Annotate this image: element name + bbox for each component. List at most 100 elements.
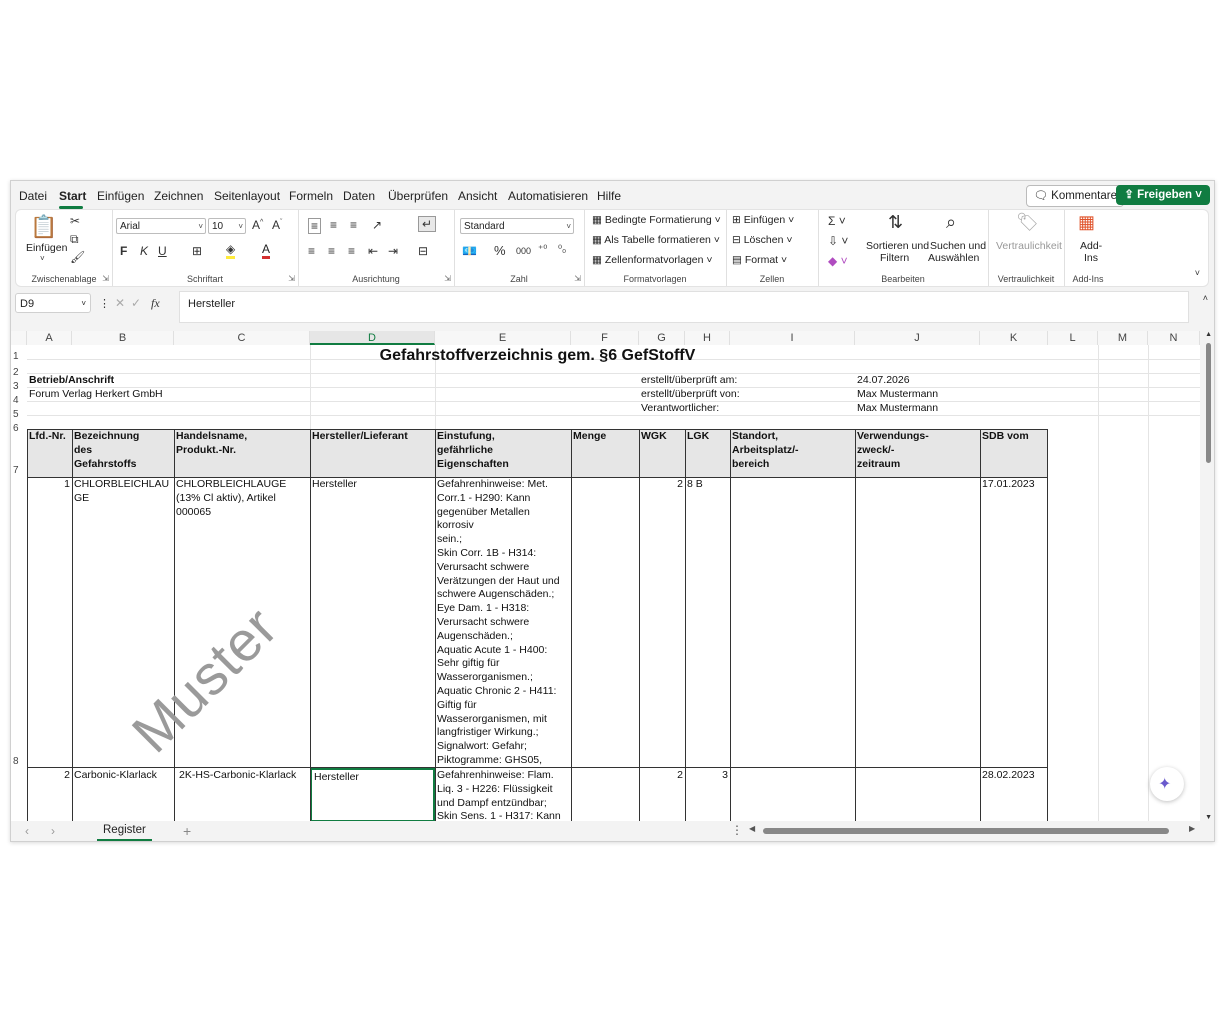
column-header-n[interactable]: N xyxy=(1148,331,1200,345)
tab-zeichnen[interactable]: Zeichnen xyxy=(154,189,203,203)
italic-button[interactable]: K xyxy=(140,244,148,258)
column-header-m[interactable]: M xyxy=(1098,331,1148,345)
table-cell-class[interactable]: Gefahrenhinweise: Met. Corr.1 - H290: Ka… xyxy=(435,477,571,767)
table-cell-name[interactable]: CHLORBLEICHLAU GE xyxy=(72,477,174,507)
table-cell-maker[interactable]: Hersteller xyxy=(310,477,435,493)
sort-filter-icon[interactable]: ⇅ xyxy=(888,212,903,233)
header-cell[interactable]: Einstufung, gefährliche Eigenschaften xyxy=(435,429,571,477)
column-header-c[interactable]: C xyxy=(174,331,310,345)
comments-button[interactable]: 🗨 Kommentare xyxy=(1026,185,1124,207)
sheet-title[interactable]: Gefahrstoffverzeichnis gem. §6 GefStoffV xyxy=(27,345,1048,365)
scroll-up-icon[interactable]: ▲ xyxy=(1205,331,1212,338)
more-icon[interactable]: ⋮ xyxy=(731,823,743,837)
clear-icon[interactable]: ◆ ˅ xyxy=(828,254,848,268)
table-cell-sdb[interactable]: 17.01.2023 xyxy=(980,477,1048,493)
cut-icon[interactable]: ✂ xyxy=(70,214,80,228)
table-cell-trade[interactable]: CHLORBLEICHLAUGE (13% Cl aktiv), Artikel… xyxy=(174,477,310,520)
align-bottom-icon[interactable]: ≡ xyxy=(350,218,357,232)
find-select-label-2[interactable]: Auswählen xyxy=(928,252,979,264)
format-cells-button[interactable]: ▤ Format ˅ xyxy=(732,254,787,266)
delete-cells-button[interactable]: ⊟ Löschen ˅ xyxy=(732,234,792,246)
column-header-h[interactable]: H xyxy=(685,331,730,345)
column-header-k[interactable]: K xyxy=(980,331,1048,345)
table-cell-trade[interactable]: 2K-HS-Carbonic-Klarlack xyxy=(174,768,310,784)
scroll-down-icon[interactable]: ▼ xyxy=(1205,814,1212,821)
sort-filter-label-1[interactable]: Sortieren und xyxy=(866,240,929,252)
insert-cells-button[interactable]: ⊞ Einfügen ˅ xyxy=(732,214,794,226)
align-middle-icon[interactable]: ≡ xyxy=(330,218,337,232)
tab-datei[interactable]: Datei xyxy=(19,189,47,203)
collapse-ribbon-icon[interactable]: ˅ xyxy=(1195,268,1200,278)
column-header-b[interactable]: B xyxy=(72,331,174,345)
table-cell-lgk[interactable]: 8 B xyxy=(685,477,730,493)
tab-start[interactable]: Start xyxy=(59,189,86,203)
header-cell[interactable]: WGK xyxy=(639,429,685,477)
paste-label[interactable]: Einfügen xyxy=(26,242,67,254)
grow-font-icon[interactable]: A^ xyxy=(252,218,263,232)
vertical-scroll-thumb[interactable] xyxy=(1206,343,1211,463)
dialog-launcher-icon[interactable]: ⇲ xyxy=(444,274,451,283)
percent-button[interactable]: % xyxy=(494,243,506,258)
chevron-left-icon[interactable]: ‹ xyxy=(25,824,29,838)
table-cell-sdb[interactable]: 28.02.2023 xyxy=(980,768,1048,784)
addins-icon[interactable]: ▦ xyxy=(1078,212,1095,233)
table-cell-wgk[interactable]: 2 xyxy=(639,477,685,493)
tab-seitenlayout[interactable]: Seitenlayout xyxy=(214,189,280,203)
column-header-i[interactable]: I xyxy=(730,331,855,345)
column-header-d[interactable]: D xyxy=(310,331,435,345)
scroll-right-icon[interactable]: ▶ xyxy=(1189,824,1195,833)
row-header-8[interactable]: 8 xyxy=(11,756,27,767)
table-cell-name[interactable]: Carbonic-Klarlack xyxy=(72,768,174,784)
header-cell[interactable]: Menge xyxy=(571,429,639,477)
bold-button[interactable]: F xyxy=(120,244,127,258)
select-all-corner[interactable] xyxy=(11,331,27,345)
fill-icon[interactable]: ⇩ ˅ xyxy=(828,234,848,248)
tab-ansicht[interactable]: Ansicht xyxy=(458,189,497,203)
font-color-icon[interactable]: A xyxy=(262,242,271,259)
tab-automatisieren[interactable]: Automatisieren xyxy=(508,189,588,203)
addins-label-2[interactable]: Ins xyxy=(1084,252,1098,264)
header-cell[interactable]: Handelsname, Produkt.-Nr. xyxy=(174,429,310,477)
dialog-launcher-icon[interactable]: ⇲ xyxy=(102,274,109,283)
header-cell[interactable]: LGK xyxy=(685,429,730,477)
name-box[interactable]: D9 ˅ xyxy=(15,293,91,313)
tab-ueberpruefen[interactable]: Überprüfen xyxy=(388,189,448,203)
table-cell-nr[interactable]: 2 xyxy=(27,768,72,784)
enter-icon[interactable]: ✓ xyxy=(131,296,141,310)
horizontal-scroll-thumb[interactable] xyxy=(763,828,1169,834)
row-header-6[interactable]: 6 xyxy=(11,423,27,434)
align-right-icon[interactable]: ≡ xyxy=(348,244,355,258)
chevron-down-icon[interactable]: ˅ xyxy=(40,254,45,263)
table-cell-maker-selected[interactable]: Hersteller xyxy=(310,768,435,821)
chevron-right-icon[interactable]: › xyxy=(51,824,55,838)
sort-filter-label-2[interactable]: Filtern xyxy=(880,252,909,264)
underline-button[interactable]: U xyxy=(158,244,167,258)
formula-input[interactable]: Hersteller xyxy=(179,291,1189,323)
increase-decimal-icon[interactable]: ⁺⁰ xyxy=(538,244,547,255)
header-cell[interactable]: Lfd.-Nr. xyxy=(27,429,72,477)
tab-einfuegen[interactable]: Einfügen xyxy=(97,189,144,203)
row-header-4[interactable]: 4 xyxy=(11,395,27,406)
column-header-j[interactable]: J xyxy=(855,331,980,345)
conditional-formatting-button[interactable]: ▦ Bedingte Formatierung ˅ xyxy=(592,214,721,226)
orientation-icon[interactable]: ↗ xyxy=(372,218,382,232)
cancel-icon[interactable]: ✕ xyxy=(115,296,125,310)
insert-function-icon[interactable]: fx xyxy=(151,296,160,311)
tab-daten[interactable]: Daten xyxy=(343,189,375,203)
font-size-select[interactable]: 10 ˅ xyxy=(208,218,246,234)
align-top-icon[interactable]: ≡ xyxy=(308,218,322,234)
column-header-l[interactable]: L xyxy=(1048,331,1098,345)
scroll-left-icon[interactable]: ◀ xyxy=(749,824,755,833)
row-header-1[interactable]: 1 xyxy=(11,351,27,362)
shrink-font-icon[interactable]: Aˇ xyxy=(272,218,282,232)
decrease-indent-icon[interactable]: ⇤ xyxy=(368,244,378,258)
tab-hilfe[interactable]: Hilfe xyxy=(597,189,621,203)
header-cell[interactable]: SDB vom xyxy=(980,429,1048,477)
increase-indent-icon[interactable]: ⇥ xyxy=(388,244,398,258)
cell-styles-button[interactable]: ▦ Zellenformatvorlagen ˅ xyxy=(592,254,713,266)
sheet-tab-register[interactable]: Register xyxy=(97,821,152,841)
table-cell-nr[interactable]: 1 xyxy=(27,477,72,493)
column-header-e[interactable]: E xyxy=(435,331,571,345)
table-cell-lgk[interactable]: 3 xyxy=(685,768,730,784)
responsible-label[interactable]: Verantwortlicher: xyxy=(639,401,839,417)
